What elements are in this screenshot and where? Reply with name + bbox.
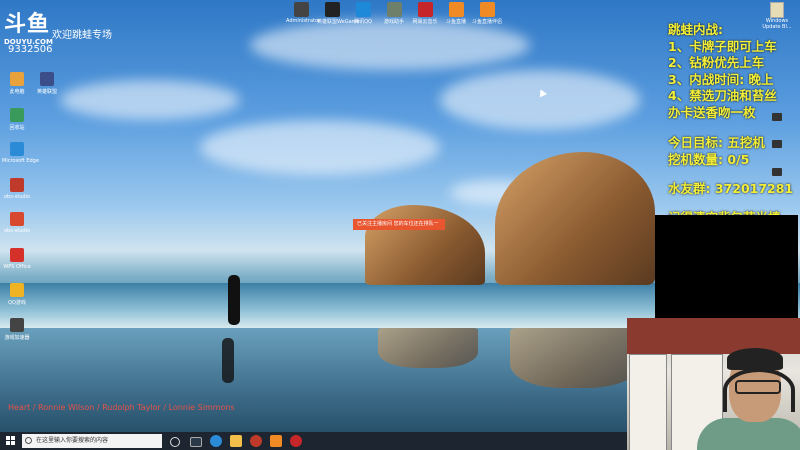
desktop-icon[interactable] bbox=[762, 140, 792, 148]
app-icon bbox=[40, 72, 54, 86]
overlay-line: 2、钻粉优先上车 bbox=[668, 55, 765, 70]
app-icon bbox=[772, 140, 782, 148]
app-icon bbox=[324, 2, 340, 17]
qq-group-text: 水友群: 372017281 bbox=[668, 181, 794, 196]
file-explorer-icon[interactable] bbox=[230, 435, 242, 447]
desktop-icon[interactable]: 游戏加速器 bbox=[2, 318, 32, 341]
logo-text: 斗鱼 bbox=[4, 12, 51, 37]
douyu-logo: 斗鱼 DOUYU.COM bbox=[4, 6, 53, 46]
obs-icon[interactable] bbox=[250, 435, 262, 447]
taskbar-search-input[interactable]: 在这里输入你要搜索的内容 bbox=[22, 434, 162, 448]
desktop-icon[interactable]: QQ游戏 bbox=[2, 283, 32, 306]
runner-reflection bbox=[222, 338, 234, 383]
desktop-icon-label: 游戏助手 bbox=[383, 19, 404, 25]
streamer-shirt bbox=[697, 418, 800, 450]
rock-reflection bbox=[510, 328, 640, 388]
overlay-line: 3、内战时间: 晚上 bbox=[668, 71, 774, 87]
desktop-icon-label: 此电脑 bbox=[9, 89, 25, 95]
desktop-icon-label: 斗鱼直播 bbox=[445, 19, 466, 25]
overlay-line: 1、卡牌子即可上车 bbox=[668, 38, 777, 54]
desktop-icon[interactable]: 游戏助手 bbox=[379, 2, 409, 25]
desktop-icon[interactable] bbox=[762, 168, 792, 176]
desktop-icon-label: Microsoft Edge bbox=[2, 158, 39, 164]
streamer-hair bbox=[727, 348, 783, 370]
room-title: 跳蛙专场 bbox=[72, 30, 112, 41]
cloud bbox=[440, 70, 640, 130]
desktop-icon-label: 英雄联盟 bbox=[36, 89, 57, 95]
document-icon bbox=[770, 2, 784, 18]
app-icon bbox=[417, 2, 433, 17]
app-icon bbox=[479, 2, 495, 17]
cloud bbox=[60, 80, 240, 120]
room-prefix: 欢迎 bbox=[52, 30, 72, 41]
desktop-icon-label: 游戏加速器 bbox=[4, 335, 30, 341]
desktop-icon[interactable]: obs-studio bbox=[2, 178, 32, 200]
desktop-icon[interactable]: 网易云音乐 bbox=[410, 2, 440, 25]
app-icon bbox=[10, 283, 24, 297]
app-icon bbox=[10, 72, 24, 86]
desktop-icon[interactable]: 腾讯QQ bbox=[348, 2, 378, 25]
cloud bbox=[200, 120, 440, 175]
desktop-icon-label: Administrator bbox=[286, 18, 321, 24]
rock-left bbox=[365, 205, 485, 285]
app-icon bbox=[10, 108, 24, 122]
desktop-icon-label: obs-studio bbox=[4, 228, 30, 234]
glasses bbox=[735, 380, 781, 394]
desktop-icon-label: WPS Office bbox=[3, 264, 31, 270]
room-name: 欢迎跳蛙专场 bbox=[52, 26, 112, 41]
app-icon bbox=[10, 212, 24, 226]
viewer-count: 9332506 bbox=[8, 44, 53, 55]
desktop-icon[interactable]: 斗鱼直播伴侣 bbox=[472, 2, 502, 25]
webcam-feed bbox=[627, 318, 800, 450]
task-view-icon[interactable] bbox=[190, 437, 202, 447]
edge-icon[interactable] bbox=[210, 435, 222, 447]
desktop-icon-label: 斗鱼直播伴侣 bbox=[472, 19, 503, 25]
desktop-icon[interactable]: obs-studio bbox=[2, 212, 32, 234]
desktop-icon-label: QQ游戏 bbox=[8, 300, 26, 306]
desktop-icon-label: obs-studio bbox=[4, 194, 30, 200]
douyu-companion-icon[interactable] bbox=[270, 435, 282, 447]
black-overlay-box bbox=[655, 215, 798, 318]
desktop-icon[interactable]: Administrator bbox=[286, 2, 321, 24]
runner-silhouette bbox=[228, 275, 240, 325]
app-icon bbox=[10, 318, 24, 332]
desktop-icon[interactable]: 斗鱼直播 bbox=[441, 2, 471, 25]
app-icon bbox=[772, 113, 782, 121]
cortana-icon[interactable] bbox=[170, 437, 180, 447]
app-icon bbox=[772, 168, 782, 176]
overlay-line: 跳蛙内战: bbox=[668, 22, 723, 37]
app-icon bbox=[448, 2, 464, 17]
search-placeholder: 在这里输入你要搜索的内容 bbox=[36, 437, 109, 444]
search-icon bbox=[25, 437, 32, 444]
app-icon bbox=[386, 2, 402, 17]
overlay-line: 4、禁选刀油和苔丝 bbox=[668, 88, 777, 103]
rock-reflection bbox=[378, 328, 478, 368]
rock-right bbox=[495, 152, 655, 285]
desktop-icon-label: 回收站 bbox=[9, 125, 25, 131]
app-icon bbox=[10, 248, 24, 262]
netease-music-icon[interactable] bbox=[290, 435, 302, 447]
calligraphy-panel bbox=[629, 354, 667, 450]
app-icon bbox=[10, 178, 24, 192]
desktop-icon[interactable]: 此电脑 bbox=[2, 72, 32, 95]
desktop-icon[interactable]: WPS Office bbox=[2, 248, 32, 270]
cloud bbox=[250, 20, 530, 70]
desktop-icon-label: 英雄联盟WeGame bbox=[317, 19, 360, 25]
app-icon bbox=[355, 2, 371, 17]
app-icon bbox=[10, 142, 24, 156]
desktop-icon[interactable]: 回收站 bbox=[2, 108, 32, 131]
now-playing-song: Heart / Ronnie Wilson / Rudolph Taylor /… bbox=[8, 403, 235, 412]
desktop-icon[interactable]: 英雄联盟WeGame bbox=[317, 2, 360, 25]
taskbar: 在这里输入你要搜索的内容 bbox=[0, 432, 627, 450]
desktop-icon-label: 腾讯QQ bbox=[354, 19, 372, 25]
notification-popup[interactable]: 已关注主播房间 您的车位还在排队一 bbox=[353, 219, 445, 230]
windows-start-icon[interactable] bbox=[6, 436, 16, 446]
app-icon bbox=[293, 2, 309, 17]
webcam-background bbox=[627, 318, 800, 354]
desktop-icon-label: 网易云音乐 bbox=[412, 19, 438, 25]
desktop-icon[interactable]: 英雄联盟 bbox=[32, 72, 62, 95]
desktop-icon[interactable] bbox=[762, 113, 792, 121]
desktop-icon[interactable]: Microsoft Edge bbox=[2, 142, 39, 164]
overlay-target: 挖机数量: 0/5 bbox=[668, 151, 750, 167]
